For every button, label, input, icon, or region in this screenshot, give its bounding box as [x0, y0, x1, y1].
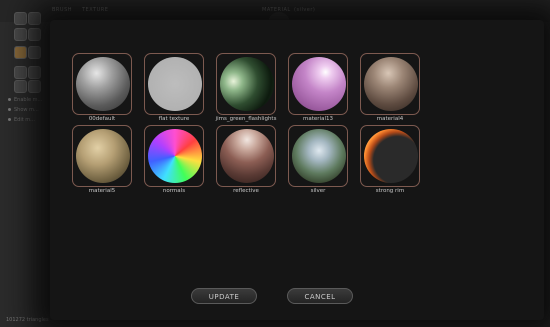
- material-thumbnail[interactable]: [216, 53, 276, 115]
- matcap-rim-sphere-icon: [364, 129, 418, 183]
- side-item: Edit m...: [8, 117, 35, 123]
- material-label: reflective: [233, 188, 259, 194]
- material-label: normals: [162, 188, 186, 194]
- material-item[interactable]: material5: [72, 125, 136, 201]
- side-item: Show m...: [8, 107, 39, 113]
- material-item[interactable]: flat texture: [144, 53, 208, 129]
- tool-icon: [14, 66, 27, 79]
- tool-icon: [28, 80, 41, 93]
- cancel-button[interactable]: CANCEL: [287, 288, 353, 304]
- tool-icon: [28, 66, 41, 79]
- material-thumbnail[interactable]: [144, 53, 204, 115]
- tool-icon: [28, 12, 41, 25]
- material-label: silver: [310, 188, 326, 194]
- matcap-silver-sphere-icon: [292, 129, 346, 183]
- matcap-tan-sphere-icon: [76, 129, 130, 183]
- tool-icon: [14, 80, 27, 93]
- tool-icon: [14, 46, 27, 59]
- material-label: flat texture: [158, 116, 190, 122]
- material-item[interactable]: silver: [288, 125, 352, 201]
- material-item[interactable]: normals: [144, 125, 208, 201]
- material-item[interactable]: material13: [288, 53, 352, 129]
- matcap-reflective-sphere-icon: [220, 129, 274, 183]
- material-item[interactable]: reflective: [216, 125, 280, 201]
- material-label: strong rim: [375, 188, 405, 194]
- tool-icon: [14, 12, 27, 25]
- material-thumbnail[interactable]: [288, 125, 348, 187]
- tool-icon: [28, 46, 41, 59]
- update-button[interactable]: UPDATE: [191, 288, 257, 304]
- tool-icon: [28, 28, 41, 41]
- material-thumbnail[interactable]: [360, 53, 420, 115]
- material-thumbnail[interactable]: [216, 125, 276, 187]
- matcap-green-sphere-icon: [220, 57, 274, 111]
- tab-texture: TEXTURE: [82, 7, 109, 13]
- status-text: 101272 triangles: [6, 317, 49, 323]
- tool-icon: [14, 28, 27, 41]
- material-item[interactable]: jims_green_flashlights: [216, 53, 280, 129]
- material-thumbnail[interactable]: [144, 125, 204, 187]
- matcap-default-sphere-icon: [76, 57, 130, 111]
- material-label: 00default: [88, 116, 116, 122]
- material-item[interactable]: 00default: [72, 53, 136, 129]
- material-item[interactable]: material4: [360, 53, 424, 129]
- material-item[interactable]: strong rim: [360, 125, 424, 201]
- material-label: material13: [303, 116, 333, 122]
- material-thumbnail[interactable]: [72, 53, 132, 115]
- material-label: material4: [376, 116, 404, 122]
- material-thumbnail[interactable]: [72, 125, 132, 187]
- matcap-brown-sphere-icon: [364, 57, 418, 111]
- material-value: (silver): [294, 7, 316, 13]
- tab-brush: BRUSH: [52, 7, 72, 13]
- material-thumbnail[interactable]: [360, 125, 420, 187]
- matcap-purple-sphere-icon: [292, 57, 346, 111]
- matcap-normals-sphere-icon: [148, 129, 202, 183]
- material-label: jims_green_flashlights: [215, 116, 277, 122]
- matcap-flat-sphere-icon: [148, 57, 202, 111]
- material-label: material5: [88, 188, 116, 194]
- side-item: Enable m...: [8, 97, 42, 103]
- material-thumbnail[interactable]: [288, 53, 348, 115]
